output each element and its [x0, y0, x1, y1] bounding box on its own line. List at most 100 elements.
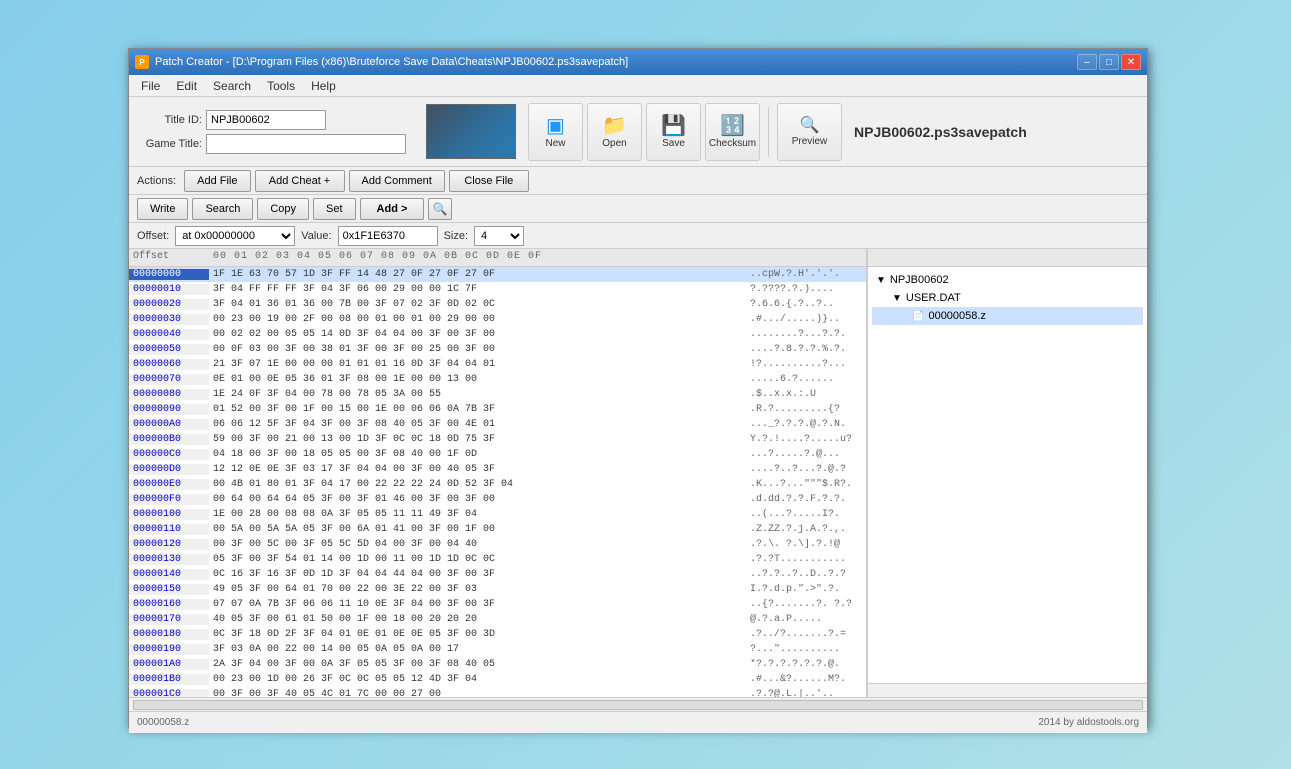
- hex-row[interactable]: 000001A02A 3F 04 00 3F 00 0A 3F 05 05 3F…: [129, 657, 866, 672]
- hex-bytes-header: 00 01 02 03 04 05 06 07 08 09 0A 0B 0C 0…: [209, 250, 746, 265]
- hex-row[interactable]: 000000D012 12 0E 0E 3F 03 17 3F 04 04 00…: [129, 462, 866, 477]
- hex-row[interactable]: 0000015049 05 3F 00 64 01 70 00 22 00 3E…: [129, 582, 866, 597]
- hex-row-offset: 00000190: [129, 644, 209, 655]
- hex-row[interactable]: 000000C004 18 00 3F 00 18 05 05 00 3F 08…: [129, 447, 866, 462]
- title-id-input[interactable]: [206, 110, 326, 130]
- tree-user-dat[interactable]: ▼ USER.DAT: [872, 289, 1143, 307]
- search-button[interactable]: Search: [192, 198, 253, 220]
- copy-button[interactable]: Copy: [257, 198, 309, 220]
- hex-row-bytes: 00 64 00 64 64 05 3F 00 3F 01 46 00 3F 0…: [209, 494, 746, 505]
- menu-search[interactable]: Search: [205, 77, 259, 95]
- hex-row[interactable]: 000000A006 06 12 5F 3F 04 3F 00 3F 08 40…: [129, 417, 866, 432]
- hex-row-bytes: 01 52 00 3F 00 1F 00 15 00 1E 00 06 06 0…: [209, 404, 746, 415]
- menu-file[interactable]: File: [133, 77, 168, 95]
- search-icon-button[interactable]: 🔍: [428, 198, 452, 220]
- hex-row-ascii: .....6.?......: [746, 374, 866, 385]
- hex-row-offset: 00000130: [129, 554, 209, 565]
- checksum-label: Checksum: [709, 138, 756, 149]
- hex-row-bytes: 40 05 3F 00 61 01 50 00 1F 00 18 00 20 2…: [209, 614, 746, 625]
- hex-row[interactable]: 000000F000 64 00 64 64 05 3F 00 3F 01 46…: [129, 492, 866, 507]
- offset-select[interactable]: at 0x00000000: [175, 226, 295, 246]
- open-button[interactable]: 📁 Open: [587, 103, 642, 161]
- hex-row-offset: 00000160: [129, 599, 209, 610]
- hex-row-offset: 00000070: [129, 374, 209, 385]
- hex-row-ascii: @.?.a.P.....: [746, 614, 866, 625]
- hex-row[interactable]: 000000B059 00 3F 00 21 00 13 00 1D 3F 0C…: [129, 432, 866, 447]
- hex-row[interactable]: 000000103F 04 FF FF FF 3F 04 3F 06 00 29…: [129, 282, 866, 297]
- hex-row[interactable]: 000000E000 4B 01 80 01 3F 04 17 00 22 22…: [129, 477, 866, 492]
- new-button[interactable]: ▣ New: [528, 103, 583, 161]
- hex-row[interactable]: 0000011000 5A 00 5A 5A 05 3F 00 6A 01 41…: [129, 522, 866, 537]
- save-button[interactable]: 💾 Save: [646, 103, 701, 161]
- add-file-button[interactable]: Add File: [184, 170, 250, 192]
- title-id-row: Title ID:: [137, 110, 406, 130]
- tree-root[interactable]: ▼ NPJB00602: [872, 271, 1143, 289]
- checksum-button[interactable]: 🔢 Checksum: [705, 103, 760, 161]
- hex-row-bytes: 0E 01 00 0E 05 36 01 3F 08 00 1E 00 00 1…: [209, 374, 746, 385]
- hex-row-offset: 000000E0: [129, 479, 209, 490]
- hex-row[interactable]: 0000017040 05 3F 00 61 01 50 00 1F 00 18…: [129, 612, 866, 627]
- value-input[interactable]: [338, 226, 438, 246]
- hex-row[interactable]: 000000801E 24 0F 3F 04 00 78 00 78 05 3A…: [129, 387, 866, 402]
- hex-row[interactable]: 0000009001 52 00 3F 00 1F 00 15 00 1E 00…: [129, 402, 866, 417]
- hex-content[interactable]: 000000001F 1E 63 70 57 1D 3F FF 14 48 27…: [129, 267, 866, 697]
- game-title-input[interactable]: [206, 134, 406, 154]
- hex-row[interactable]: 000001800C 3F 18 0D 2F 3F 04 01 0E 01 0E…: [129, 627, 866, 642]
- write-button[interactable]: Write: [137, 198, 188, 220]
- bottom-scroll-inner[interactable]: [133, 700, 1143, 710]
- close-file-button[interactable]: Close File: [449, 170, 529, 192]
- hex-row-ascii: ........?...?.?.: [746, 329, 866, 340]
- hex-row-offset: 00000010: [129, 284, 209, 295]
- hex-row[interactable]: 000001C000 3F 00 3F 40 05 4C 01 7C 00 00…: [129, 687, 866, 697]
- hex-row-offset: 00000100: [129, 509, 209, 520]
- add-arrow-button[interactable]: Add >: [360, 198, 425, 220]
- hex-row-bytes: 49 05 3F 00 64 01 70 00 22 00 3E 22 00 3…: [209, 584, 746, 595]
- hex-row-ascii: Y.?.!....?.....u?: [746, 434, 866, 445]
- minimize-button[interactable]: –: [1077, 54, 1097, 70]
- maximize-button[interactable]: □: [1099, 54, 1119, 70]
- hex-row[interactable]: 0000012000 3F 00 5C 00 3F 05 5C 5D 04 00…: [129, 537, 866, 552]
- tree-file-item[interactable]: 📄 00000058.z: [872, 307, 1143, 325]
- close-button[interactable]: ✕: [1121, 54, 1141, 70]
- new-label: New: [545, 138, 565, 149]
- hex-row[interactable]: 0000005000 0F 03 00 3F 00 38 01 3F 00 3F…: [129, 342, 866, 357]
- hex-row[interactable]: 0000006021 3F 07 1E 00 00 00 01 01 01 16…: [129, 357, 866, 372]
- size-select[interactable]: 4: [474, 226, 524, 246]
- app-icon: P: [135, 55, 149, 69]
- title-bar: P Patch Creator - [D:\Program Files (x86…: [129, 49, 1147, 75]
- menu-edit[interactable]: Edit: [168, 77, 205, 95]
- hex-row[interactable]: 000000203F 04 01 36 01 36 00 7B 00 3F 07…: [129, 297, 866, 312]
- hex-row-offset: 000001B0: [129, 674, 209, 685]
- hex-row[interactable]: 0000016007 07 0A 7B 3F 06 06 11 10 0E 3F…: [129, 597, 866, 612]
- hex-row-bytes: 00 5A 00 5A 5A 05 3F 00 6A 01 41 00 3F 0…: [209, 524, 746, 535]
- hex-row[interactable]: 0000004000 02 02 00 05 05 14 0D 3F 04 04…: [129, 327, 866, 342]
- bottom-scroll-bar[interactable]: [129, 697, 1147, 711]
- preview-button[interactable]: 🔍 Preview: [777, 103, 842, 161]
- menu-tools[interactable]: Tools: [259, 77, 303, 95]
- hex-row-ascii: .?.\. ?.\].?.!@: [746, 539, 866, 550]
- hex-row-offset: 000000D0: [129, 464, 209, 475]
- menu-help[interactable]: Help: [303, 77, 344, 95]
- hex-row[interactable]: 0000003000 23 00 19 00 2F 00 08 00 01 00…: [129, 312, 866, 327]
- hex-row-ascii: ..._?.?.?.@.?.N.: [746, 419, 866, 430]
- hex-row[interactable]: 000001400C 16 3F 16 3F 0D 1D 3F 04 04 44…: [129, 567, 866, 582]
- tree-root-icon: ▼: [876, 275, 886, 286]
- hex-row[interactable]: 000000700E 01 00 0E 05 36 01 3F 08 00 1E…: [129, 372, 866, 387]
- status-bar: 00000058.z 2014 by aldostools.org: [129, 711, 1147, 733]
- hex-row-bytes: 04 18 00 3F 00 18 05 05 00 3F 08 40 00 1…: [209, 449, 746, 460]
- hex-row[interactable]: 000001001E 00 28 00 08 08 0A 3F 05 05 11…: [129, 507, 866, 522]
- hex-row[interactable]: 000001B000 23 00 1D 00 26 3F 0C 0C 05 05…: [129, 672, 866, 687]
- right-horiz-scroll[interactable]: [868, 683, 1147, 697]
- hex-row-offset: 00000180: [129, 629, 209, 640]
- tree-content: ▼ NPJB00602 ▼ USER.DAT 📄 00000058.z: [868, 267, 1147, 683]
- title-bar-left: P Patch Creator - [D:\Program Files (x86…: [135, 55, 628, 69]
- hex-row[interactable]: 000000001F 1E 63 70 57 1D 3F FF 14 48 27…: [129, 267, 866, 282]
- add-cheat-button[interactable]: Add Cheat +: [255, 170, 345, 192]
- hex-row[interactable]: 000001903F 03 0A 00 22 00 14 00 05 0A 05…: [129, 642, 866, 657]
- add-comment-button[interactable]: Add Comment: [349, 170, 445, 192]
- hex-row-ascii: ..cpW.?.H'.'.'.: [746, 269, 866, 280]
- hex-offset-header: Offset: [129, 250, 209, 265]
- title-id-label: Title ID:: [137, 114, 202, 126]
- hex-row[interactable]: 0000013005 3F 00 3F 54 01 14 00 1D 00 11…: [129, 552, 866, 567]
- set-button[interactable]: Set: [313, 198, 356, 220]
